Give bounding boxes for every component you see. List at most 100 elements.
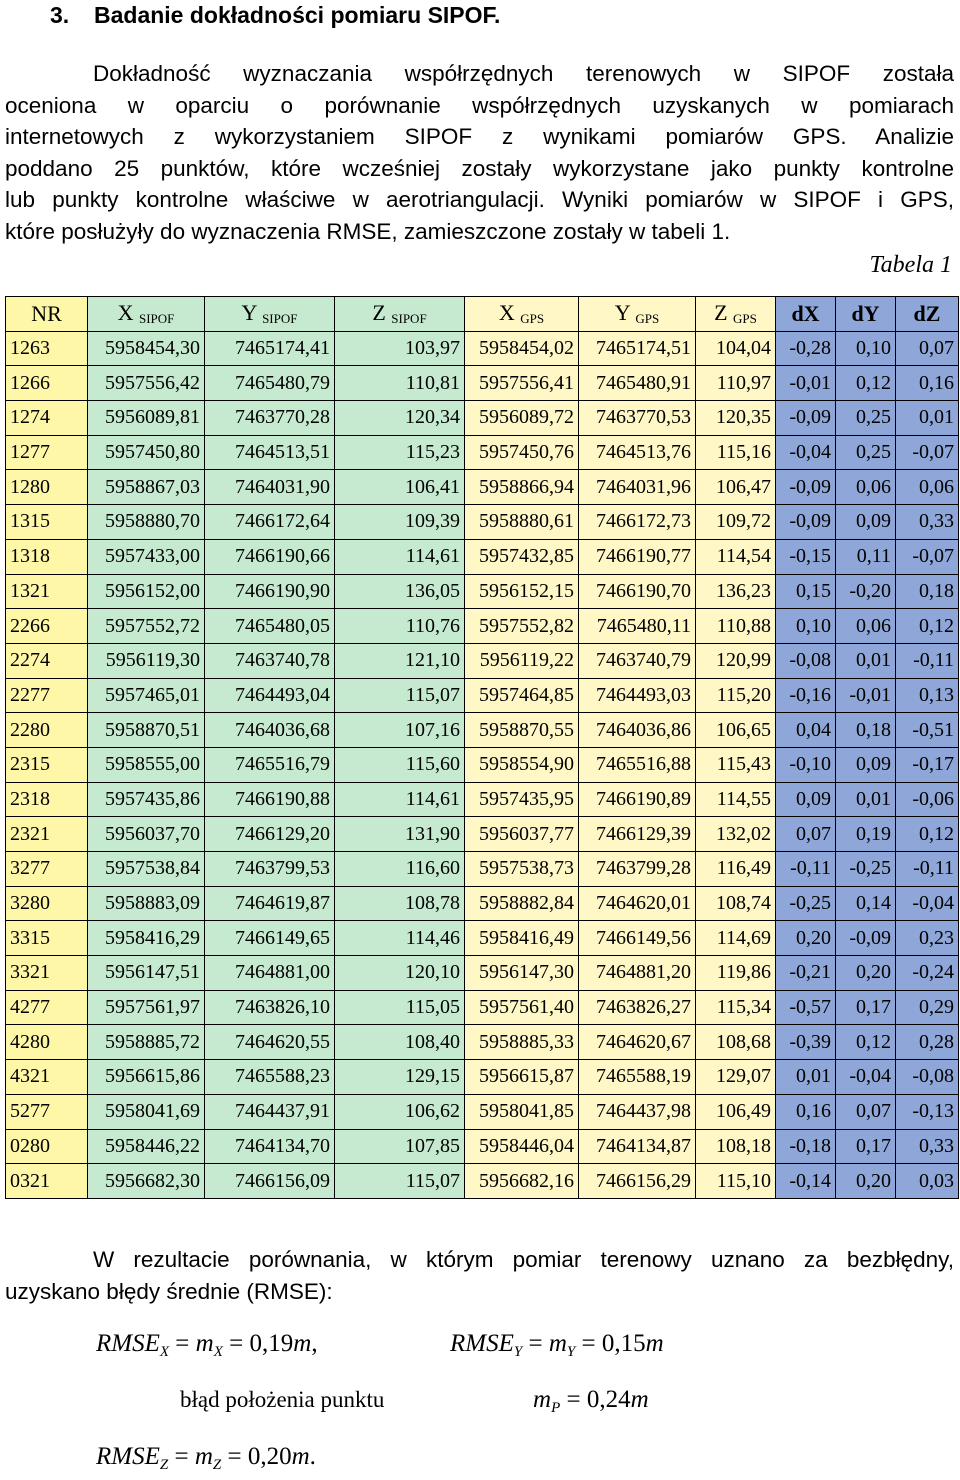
value-cell: 0,19 bbox=[835, 816, 896, 852]
value-cell: 0,16 bbox=[775, 1093, 836, 1130]
value-cell: 0,12 bbox=[895, 816, 959, 852]
formula-unit: m bbox=[645, 1330, 664, 1357]
formula-m: m bbox=[533, 1386, 552, 1413]
value-cell: 5958880,70 bbox=[87, 504, 205, 540]
header-sub: SIPOF bbox=[391, 311, 427, 327]
value-cell: 106,65 bbox=[695, 712, 776, 748]
value-cell: 5958870,51 bbox=[87, 712, 205, 748]
point-number-cell: 0280 bbox=[5, 1128, 88, 1165]
table-row: 3280 5958883,09 7464619,87 108,78 5958882,84… bbox=[5, 885, 959, 922]
value-cell: 109,72 bbox=[695, 504, 776, 540]
point-number-cell: 3321 bbox=[5, 955, 88, 991]
table-row: 0280 5958446,22 7464134,70 107,85 5958446,04… bbox=[5, 1128, 959, 1165]
value-cell: 7464031,90 bbox=[204, 469, 335, 506]
header-sub: GPS bbox=[733, 311, 757, 327]
value-cell: 0,33 bbox=[895, 504, 959, 540]
value-cell: 115,07 bbox=[334, 677, 465, 714]
value-cell: 5957552,82 bbox=[464, 608, 579, 644]
value-cell: 0,17 bbox=[835, 1128, 896, 1165]
formula-lhs: RMSE bbox=[96, 1443, 160, 1470]
value-cell: -0,21 bbox=[775, 955, 836, 991]
formula-sub: Y bbox=[513, 1344, 523, 1360]
value-cell: 7464437,98 bbox=[578, 1093, 696, 1130]
value-cell: 5956119,30 bbox=[87, 642, 205, 679]
value-cell: 7464513,51 bbox=[204, 434, 335, 471]
value-cell: 7463740,78 bbox=[204, 642, 335, 679]
value-cell: 5957432,85 bbox=[464, 538, 579, 575]
value-cell: 7465588,23 bbox=[204, 1059, 335, 1095]
value-cell: -0,01 bbox=[775, 365, 836, 402]
formula-rmse-z: RMSEZ = mZ = 0,20m. bbox=[96, 1443, 316, 1473]
value-cell: 108,78 bbox=[334, 885, 465, 922]
value-cell: 7465588,19 bbox=[578, 1059, 696, 1095]
result-line: uzyskano błędy średnie (RMSE): bbox=[5, 1278, 333, 1304]
value-cell: 115,10 bbox=[695, 1163, 776, 1199]
value-cell: 0,07 bbox=[775, 816, 836, 852]
header-cell: X GPS bbox=[464, 296, 579, 332]
value-cell: 119,86 bbox=[695, 955, 776, 991]
value-cell: 7466172,73 bbox=[578, 504, 696, 540]
table-row: 1318 5957433,00 7466190,66 114,61 5957432,85… bbox=[5, 538, 959, 575]
header-sub: SIPOF bbox=[138, 311, 175, 327]
header-cell: Z GPS bbox=[695, 296, 776, 332]
value-cell: 5958883,09 bbox=[87, 885, 205, 922]
value-cell: 114,55 bbox=[695, 781, 776, 818]
value-cell: 7463770,28 bbox=[204, 400, 335, 436]
value-cell: 115,43 bbox=[695, 746, 776, 783]
table-row: 2318 5957435,86 7466190,88 114,61 5957435,95… bbox=[5, 781, 959, 818]
intro-line: lub punkty kontrolne właściwe w aerotria… bbox=[5, 187, 954, 212]
formula-lhs: RMSE bbox=[450, 1330, 514, 1357]
formula-msub: P bbox=[551, 1400, 561, 1416]
value-cell: 0,28 bbox=[895, 1024, 959, 1061]
value-cell: 5957450,80 bbox=[87, 434, 205, 471]
value-cell: 0,01 bbox=[835, 642, 896, 679]
header-cell: dZ bbox=[895, 296, 959, 332]
value-cell: 0,23 bbox=[895, 920, 959, 957]
value-cell: 0,12 bbox=[895, 608, 959, 644]
point-number-cell: 1277 bbox=[5, 434, 88, 471]
value-cell: 129,15 bbox=[334, 1059, 465, 1095]
value-cell: -0,04 bbox=[775, 434, 836, 471]
value-cell: 115,20 bbox=[695, 677, 776, 714]
value-cell: 115,34 bbox=[695, 989, 776, 1026]
value-cell: -0,51 bbox=[895, 712, 959, 748]
value-cell: 120,99 bbox=[695, 642, 776, 679]
value-cell: 5958885,72 bbox=[87, 1024, 205, 1061]
value-cell: 115,23 bbox=[334, 434, 465, 471]
header-main: Z bbox=[372, 300, 386, 326]
value-cell: -0,14 bbox=[775, 1163, 836, 1199]
value-cell: -0,11 bbox=[775, 851, 836, 887]
value-cell: 5958416,29 bbox=[87, 920, 205, 957]
value-cell: 5958882,84 bbox=[464, 885, 579, 922]
formula-sub: X bbox=[159, 1344, 170, 1360]
section-title: Badanie dokładności pomiaru SIPOF. bbox=[94, 2, 501, 28]
value-cell: 0,15 bbox=[775, 573, 836, 610]
value-cell: 7466190,90 bbox=[204, 573, 335, 610]
value-cell: 107,16 bbox=[334, 712, 465, 748]
value-cell: 110,81 bbox=[334, 365, 465, 402]
value-cell: 106,62 bbox=[334, 1093, 465, 1130]
header-sub: SIPOF bbox=[262, 311, 298, 327]
formula-tail: , bbox=[311, 1330, 318, 1357]
value-cell: -0,08 bbox=[895, 1059, 959, 1095]
value-cell: 0,14 bbox=[835, 885, 896, 922]
value-cell: 0,17 bbox=[835, 989, 896, 1026]
value-cell: 106,49 bbox=[695, 1093, 776, 1130]
value-cell: -0,08 bbox=[775, 642, 836, 679]
value-cell: 115,05 bbox=[334, 989, 465, 1026]
value-cell: 5956147,51 bbox=[87, 955, 205, 991]
result-line: W rezultacie porównania, w którym pomiar… bbox=[93, 1247, 954, 1272]
formula-rmse-y: RMSEY = mY = 0,15m bbox=[450, 1330, 664, 1360]
value-cell: 5956682,30 bbox=[87, 1163, 205, 1199]
value-cell: 5956089,81 bbox=[87, 400, 205, 436]
value-cell: 0,11 bbox=[835, 538, 896, 575]
value-cell: 7465516,79 bbox=[204, 746, 335, 783]
header-sub: GPS bbox=[520, 311, 545, 327]
intro-line: oceniona w oparciu o porównanie współrzę… bbox=[5, 92, 954, 118]
value-cell: 136,05 bbox=[334, 573, 465, 610]
point-number-cell: 1318 bbox=[5, 538, 88, 575]
header-cell: dY bbox=[835, 296, 896, 332]
value-cell: 7465174,51 bbox=[578, 330, 696, 367]
table-row: 2277 5957465,01 7464493,04 115,07 5957464,85… bbox=[5, 677, 959, 714]
value-cell: 7466149,65 bbox=[204, 920, 335, 957]
